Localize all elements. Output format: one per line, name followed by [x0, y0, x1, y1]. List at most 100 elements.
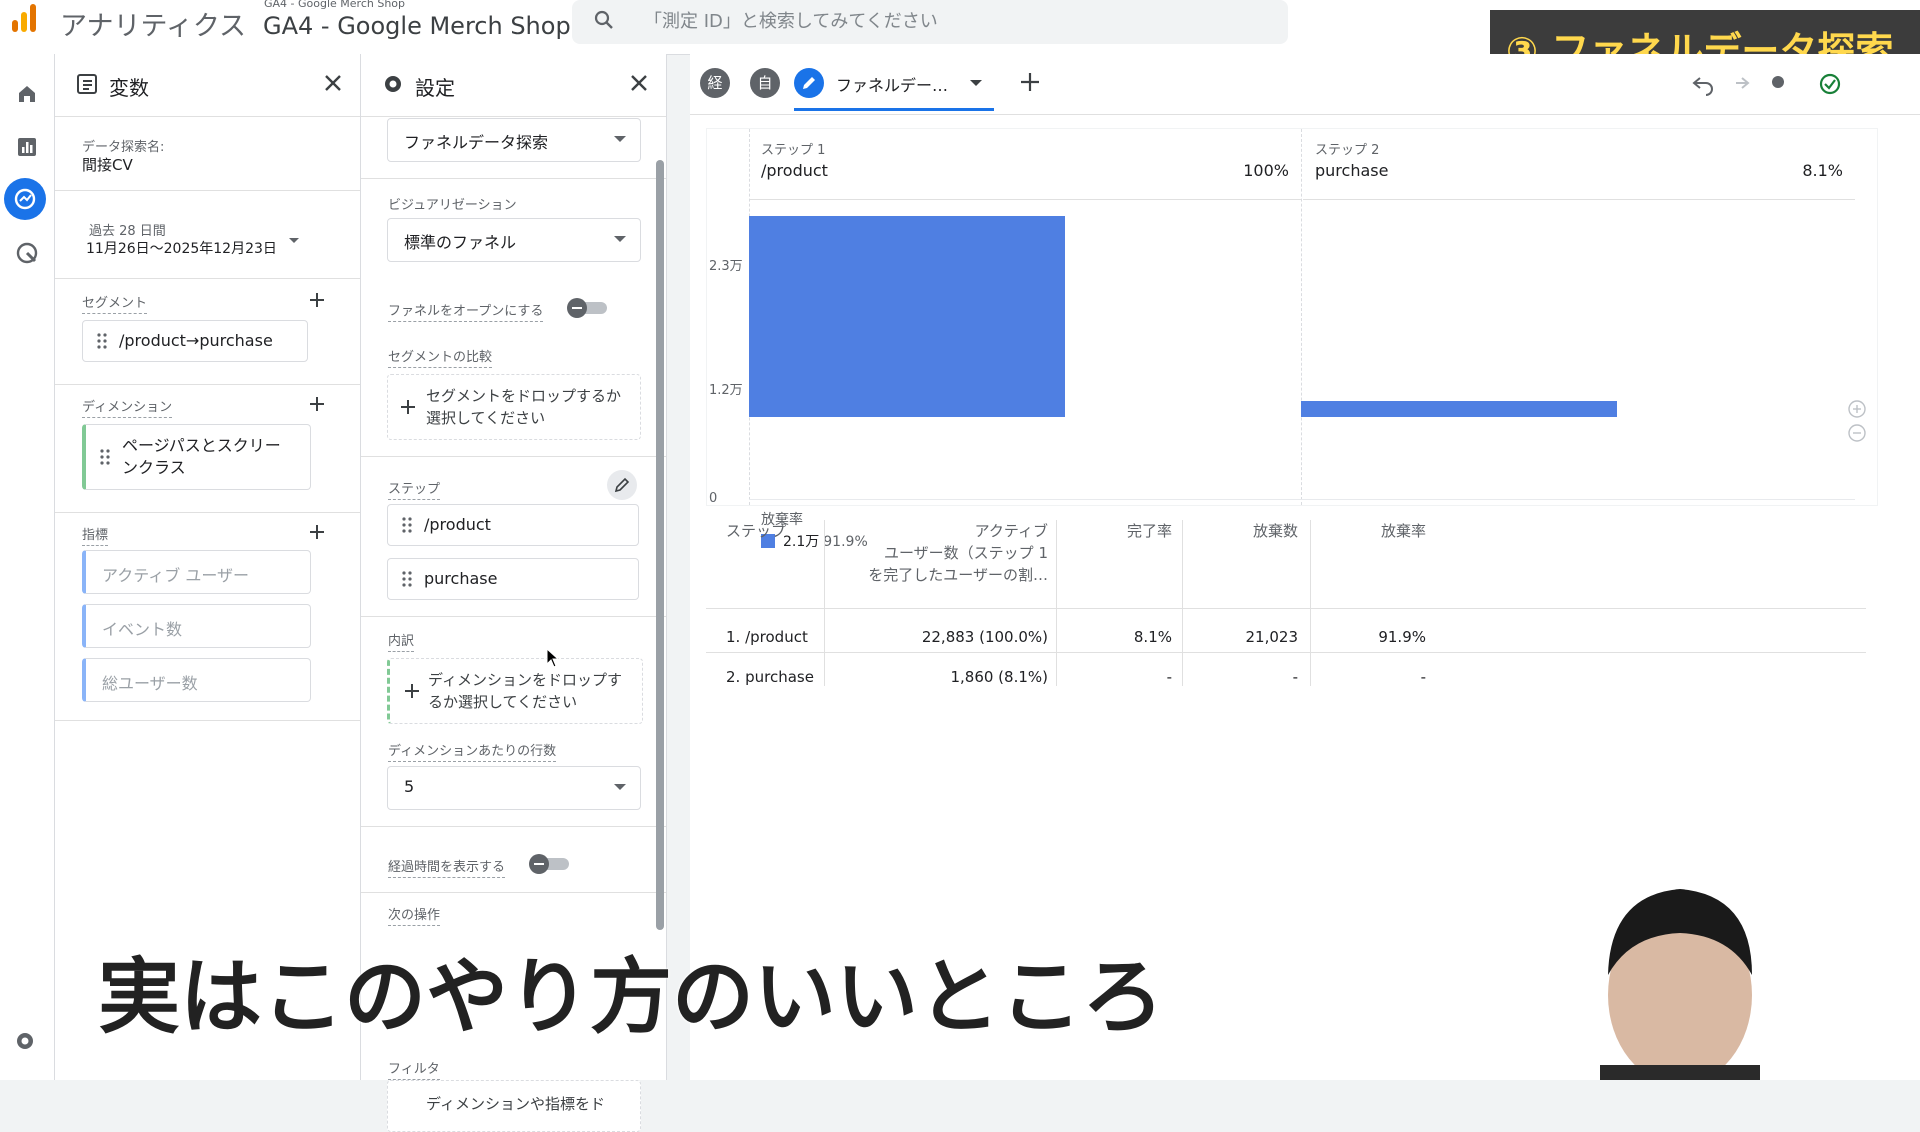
zoom-controls[interactable] — [1847, 399, 1867, 445]
divider — [55, 512, 360, 513]
next-action-label: 次の操作 — [388, 908, 441, 926]
add-segment-icon[interactable] — [307, 290, 327, 310]
table-header-abandon-rate: 放棄率 — [1380, 522, 1426, 540]
elapsed-time-toggle[interactable] — [529, 854, 573, 874]
divider — [55, 278, 360, 279]
drag-handle-icon[interactable] — [97, 333, 107, 349]
step-divider — [1301, 129, 1303, 505]
segments-label: セグメント — [82, 296, 148, 314]
segment-drop-text: セグメントをドロップするか選択してください — [426, 387, 622, 427]
open-funnel-label: ファネルをオープンにする — [388, 304, 544, 322]
reports-icon[interactable] — [10, 130, 44, 164]
step-name: /product — [761, 161, 828, 180]
advertising-icon[interactable] — [10, 236, 44, 270]
add-metric-icon[interactable] — [307, 522, 327, 542]
app-title: アナリティクス — [60, 11, 247, 42]
segment-chip-label: /product→purchase — [119, 331, 273, 350]
close-variables-icon[interactable] — [322, 72, 344, 94]
tab-exploration-1[interactable]: 経 — [700, 68, 730, 98]
divider — [361, 178, 666, 179]
baseline — [749, 499, 1855, 500]
visualization-value: 標準のファネル — [404, 233, 517, 252]
add-icon — [401, 400, 415, 414]
chevron-down-icon — [970, 80, 982, 86]
steps-label: ステップ — [388, 482, 441, 500]
toolbar-icons[interactable] — [1690, 70, 1870, 98]
check-icon — [1819, 73, 1841, 95]
table-cell: 22,883 (100.0%) — [921, 628, 1048, 646]
add-tab-icon[interactable] — [1018, 70, 1042, 94]
tabs-bar: 経 自 ファネルデー… — [690, 54, 1920, 115]
account-name[interactable]: GA4 - Google Merch Shop — [264, 0, 405, 10]
table-header-active-users: アクティブ ユーザー数（ステップ 1 を完了したユーザーの割… — [868, 522, 1048, 584]
settings-panel-header: 設定 — [361, 54, 666, 117]
add-dimension-icon[interactable] — [307, 394, 327, 414]
explore-nav-active[interactable] — [4, 178, 46, 220]
table-header-completion: 完了率 — [1126, 522, 1172, 540]
rows-per-dimension-label: ディメンションあたりの行数 — [388, 744, 557, 762]
step-chip-label: /product — [424, 515, 491, 534]
pencil-icon — [794, 68, 824, 98]
metric-chip[interactable]: 総ユーザー数 — [82, 658, 311, 702]
technique-dropdown[interactable]: ファネルデータ探索 — [387, 118, 641, 162]
divider — [361, 826, 666, 827]
metric-chip-label: 総ユーザー数 — [102, 674, 198, 693]
dimension-chip[interactable]: ページパスとスクリーンクラス — [82, 424, 311, 490]
breakdown-drop-zone[interactable]: ディメンションをドロップするか選択してください — [387, 658, 643, 724]
metric-chip-label: イベント数 — [102, 620, 183, 639]
funnel-bar-step-2[interactable] — [1301, 401, 1617, 417]
step-chip[interactable]: purchase — [387, 558, 639, 600]
table-cell: 8.1% — [1133, 628, 1172, 646]
drag-handle-icon[interactable] — [100, 449, 110, 465]
chevron-down-icon — [614, 784, 626, 790]
date-range[interactable]: 11月26日〜2025年12月23日 — [86, 238, 277, 258]
step-percent: 100% — [1243, 161, 1289, 180]
chevron-down-icon — [614, 236, 626, 242]
open-funnel-toggle[interactable] — [567, 298, 611, 318]
tab-funnel[interactable]: ファネルデー… — [794, 60, 994, 111]
step-number: ステップ 2 — [1315, 143, 1380, 158]
visualization-label: ビジュアリゼーション — [388, 198, 517, 213]
settings-scrollbar[interactable] — [656, 160, 664, 930]
technique-value: ファネルデータ探索 — [404, 133, 549, 152]
metrics-label: 指標 — [82, 528, 109, 546]
date-label: 過去 28 日間 — [89, 224, 166, 239]
table-cell: - — [1166, 668, 1172, 686]
tab-funnel-label: ファネルデー… — [836, 76, 949, 95]
left-navigation — [0, 54, 55, 1080]
funnel-chart: ステップ 1 /product 100% ステップ 2 purchase 8.1… — [706, 128, 1878, 550]
admin-gear-icon[interactable] — [12, 1028, 38, 1054]
divider — [361, 616, 666, 617]
metric-chip-label: アクティブ ユーザー — [102, 566, 250, 585]
close-settings-icon[interactable] — [628, 72, 650, 94]
variables-title: 変数 — [109, 76, 149, 100]
tab-exploration-2[interactable]: 自 — [750, 68, 780, 98]
search-bar[interactable]: 「測定 ID」と検索してみてください — [572, 0, 1288, 44]
date-dropdown-caret-icon[interactable] — [289, 238, 299, 243]
filter-drop-zone[interactable]: ディメンションや指標をド — [387, 1080, 641, 1132]
explore-icon — [14, 188, 36, 210]
rows-per-dimension-dropdown[interactable]: 5 — [387, 766, 641, 810]
visualization-dropdown[interactable]: 標準のファネル — [387, 218, 641, 262]
metric-chip[interactable]: アクティブ ユーザー — [82, 550, 311, 594]
drag-handle-icon[interactable] — [402, 571, 412, 587]
step-chip[interactable]: /product — [387, 504, 639, 546]
drag-handle-icon[interactable] — [402, 517, 412, 533]
segment-drop-zone[interactable]: セグメントをドロップするか選択してください — [387, 374, 641, 440]
table-header-abandons: 放棄数 — [1252, 522, 1298, 540]
property-selector[interactable]: GA4 - Google Merch Shop — [263, 12, 571, 40]
table-cell: 1. /product — [726, 628, 808, 646]
video-subtitle: 実はこのやり方のいいところ — [98, 950, 1165, 1045]
share-icon — [1772, 76, 1784, 88]
segment-chip[interactable]: /product→purchase — [82, 320, 308, 362]
search-placeholder: 「測定 ID」と検索してみてください — [644, 11, 938, 32]
divider — [55, 384, 360, 385]
home-icon[interactable] — [10, 76, 44, 110]
analytics-logo-icon[interactable] — [8, 2, 42, 36]
table-cell: - — [1420, 668, 1426, 686]
step-chip-label: purchase — [424, 569, 498, 588]
funnel-bar-step-1[interactable] — [749, 216, 1065, 417]
metric-chip[interactable]: イベント数 — [82, 604, 311, 648]
exploration-name[interactable]: 間接CV — [82, 154, 133, 175]
edit-steps-button[interactable] — [607, 470, 637, 500]
